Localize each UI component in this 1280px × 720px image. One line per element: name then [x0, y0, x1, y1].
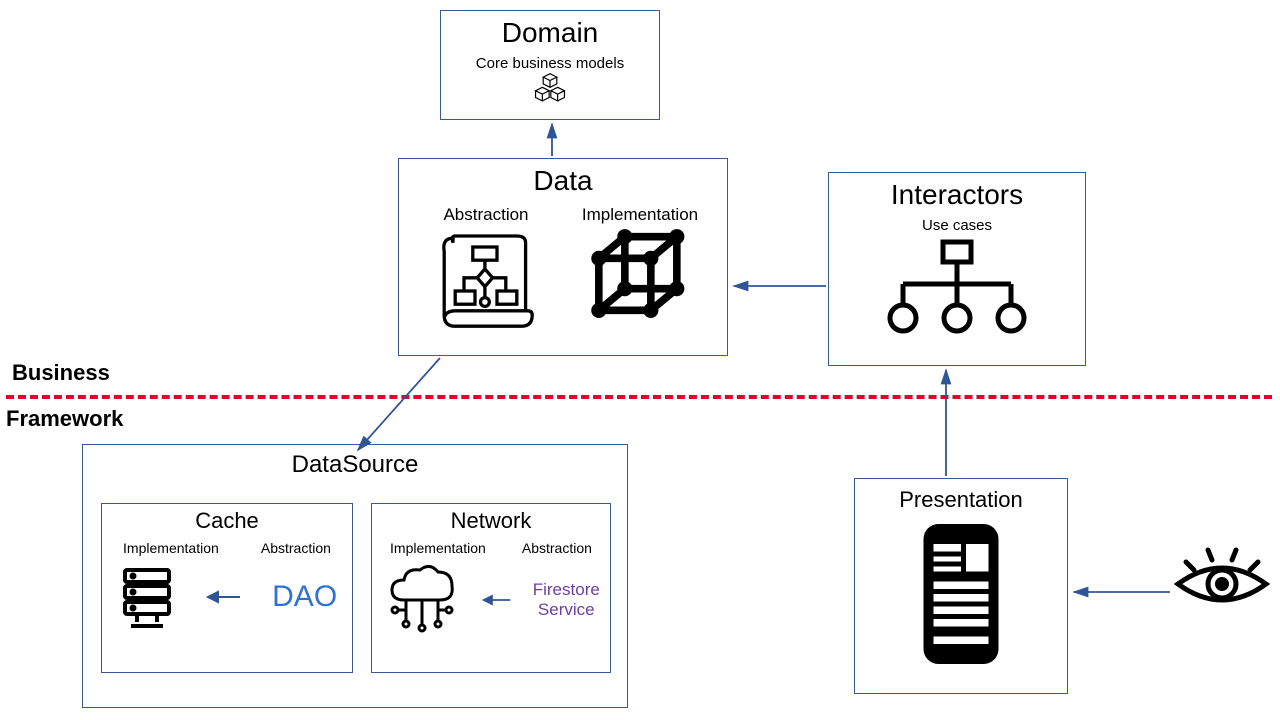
network-box: Network Implementation Abstraction — [371, 503, 611, 673]
interactors-title: Interactors — [829, 179, 1085, 211]
data-implementation-label: Implementation — [582, 205, 698, 225]
datasource-title: DataSource — [83, 451, 627, 479]
cube-wireframe-icon — [575, 225, 705, 335]
interactors-box: Interactors Use cases — [828, 172, 1086, 366]
datasource-box: DataSource Cache Implementation Abstract… — [82, 444, 628, 708]
network-implementation-label: Implementation — [390, 540, 486, 556]
network-abstraction-label: Abstraction — [522, 540, 592, 556]
network-abstraction-text: Firestore Service — [533, 580, 600, 620]
blueprint-icon — [431, 225, 541, 335]
domain-subtitle: Core business models — [441, 55, 659, 72]
arrow-left-icon — [482, 590, 512, 610]
cache-title: Cache — [102, 508, 352, 534]
domain-title: Domain — [441, 17, 659, 49]
presentation-box: Presentation — [854, 478, 1068, 694]
cache-box: Cache Implementation Abstraction — [101, 503, 353, 673]
business-label: Business — [12, 360, 110, 386]
database-icon — [117, 564, 177, 630]
cloud-network-icon — [382, 560, 462, 640]
cubes-icon — [533, 72, 567, 106]
domain-box: Domain Core business models — [440, 10, 660, 120]
arrow-data-to-datasource — [358, 358, 440, 450]
cache-abstraction-text: DAO — [272, 580, 337, 614]
network-title: Network — [372, 508, 610, 534]
eye-icon — [1172, 540, 1272, 625]
arrow-left-icon — [206, 587, 242, 607]
interactors-subtitle: Use cases — [829, 217, 1085, 234]
data-box: Data Abstraction — [398, 158, 728, 356]
cache-implementation-label: Implementation — [123, 540, 219, 556]
layer-divider — [6, 395, 1272, 399]
data-abstraction-label: Abstraction — [443, 205, 528, 225]
framework-label: Framework — [6, 406, 123, 432]
usecase-hierarchy-icon — [877, 234, 1037, 344]
presentation-title: Presentation — [855, 487, 1067, 513]
data-title: Data — [399, 165, 727, 197]
newspaper-phone-icon — [911, 519, 1011, 669]
cache-abstraction-label: Abstraction — [261, 540, 331, 556]
